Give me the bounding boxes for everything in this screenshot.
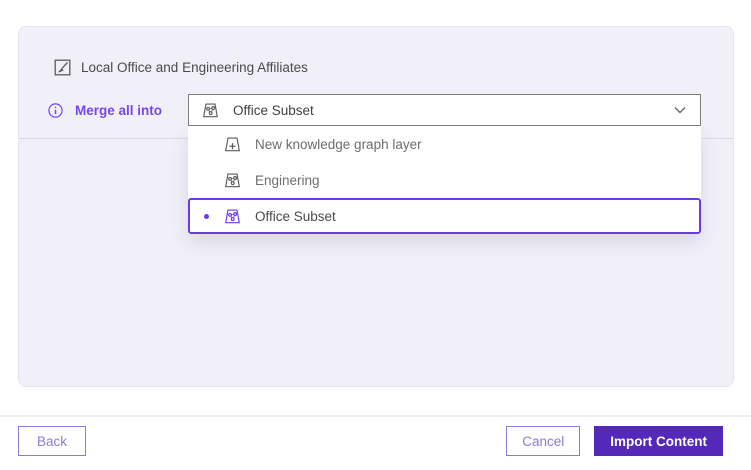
sketch-layer-icon [54, 59, 71, 76]
dropdown-item-label: New knowledge graph layer [255, 137, 422, 152]
knowledge-graph-layer-icon [223, 172, 242, 189]
back-button[interactable]: Back [18, 426, 86, 456]
chevron-down-icon [674, 106, 686, 114]
selected-bullet [204, 214, 209, 219]
info-icon[interactable] [48, 103, 63, 118]
footer-divider [0, 415, 751, 417]
import-content-button[interactable]: Import Content [594, 426, 723, 456]
dropdown-item-enginering[interactable]: Enginering [188, 162, 701, 198]
merge-target-select[interactable]: Office Subset [188, 94, 701, 126]
select-value: Office Subset [233, 103, 661, 118]
new-knowledge-graph-layer-icon [223, 136, 242, 153]
dropdown-item-office-subset[interactable]: Office Subset [188, 198, 701, 234]
dropdown-item-new-knowledge-graph-layer[interactable]: New knowledge graph layer [188, 126, 701, 162]
import-options-panel: Local Office and Engineering Affiliates … [18, 26, 734, 387]
knowledge-graph-layer-icon [201, 102, 220, 119]
merge-target-dropdown: New knowledge graph layer Enginering [188, 126, 701, 234]
dropdown-item-label: Office Subset [255, 209, 336, 224]
merge-all-into-label: Merge all into [75, 103, 162, 118]
source-layer-row: Local Office and Engineering Affiliates [54, 51, 308, 83]
dropdown-item-label: Enginering [255, 173, 320, 188]
knowledge-graph-layer-icon [223, 208, 242, 225]
cancel-button[interactable]: Cancel [506, 426, 580, 456]
footer-action-group: Cancel Import Content [506, 426, 723, 456]
merge-row: Merge all into [48, 88, 162, 132]
source-layer-label: Local Office and Engineering Affiliates [81, 60, 308, 75]
